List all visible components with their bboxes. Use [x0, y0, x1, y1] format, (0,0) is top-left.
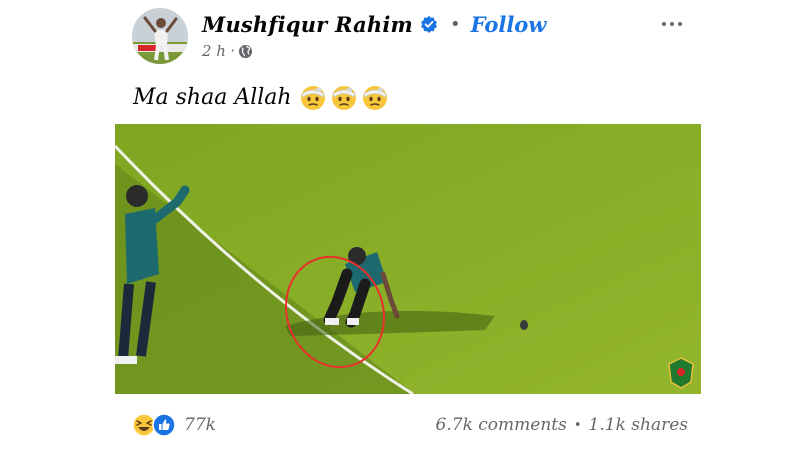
reaction-count: 77k — [184, 415, 216, 435]
engagement-stats: 6.7k comments • 1.1k shares — [436, 415, 688, 435]
author-name[interactable]: Mushfiqur Rahim — [202, 12, 413, 37]
post-footer: 77k 6.7k comments • 1.1k shares — [132, 410, 688, 444]
engagement-separator: • — [573, 417, 582, 433]
shares-count[interactable]: 1.1k shares — [589, 415, 688, 435]
post-meta: 2 h · — [202, 42, 253, 60]
post-image[interactable] — [115, 124, 701, 394]
face-with-head-bandage-icon — [362, 86, 387, 110]
like-icon — [152, 413, 176, 437]
comments-count[interactable]: 6.7k comments — [436, 415, 567, 435]
meta-separator: · — [229, 42, 235, 60]
post-header: Mushfiqur Rahim • Follow 2 h · — [132, 8, 692, 66]
face-with-head-bandage-icon — [300, 86, 325, 110]
more-options-icon — [662, 22, 666, 26]
post-timestamp[interactable]: 2 h — [202, 42, 226, 60]
face-with-head-bandage-icon — [331, 86, 356, 110]
bcb-logo-icon — [668, 357, 694, 389]
avatar[interactable] — [132, 8, 188, 64]
follow-button[interactable]: Follow — [471, 12, 547, 37]
globe-icon — [238, 44, 252, 58]
verified-badge-icon — [421, 15, 437, 33]
more-options-icon — [678, 22, 682, 26]
reactions-summary[interactable]: 77k — [132, 413, 216, 437]
caption-emojis — [299, 83, 392, 111]
more-options-icon — [670, 22, 674, 26]
post-caption: Ma shaa Allah — [133, 82, 392, 112]
follow-separator: • — [449, 13, 461, 35]
author-line: Mushfiqur Rahim • Follow — [202, 10, 546, 38]
caption-text: Ma shaa Allah — [133, 84, 292, 110]
more-options-button[interactable] — [652, 10, 692, 38]
